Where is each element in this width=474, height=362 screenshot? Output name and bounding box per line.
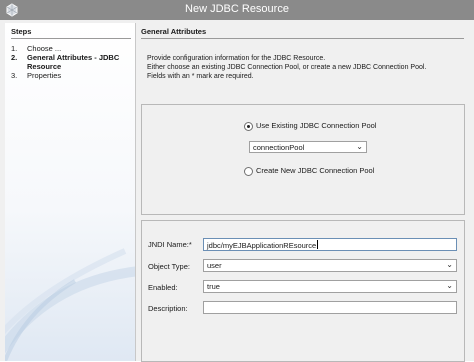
description-input[interactable]: [203, 301, 457, 314]
connection-pool-select[interactable]: connectionPool ⌄: [249, 141, 367, 153]
enabled-value: true: [207, 282, 220, 291]
text-caret: [317, 240, 319, 249]
step-label: Properties: [27, 71, 62, 80]
resource-form: JNDI Name:* jdbc/myEJBApplicationREsourc…: [141, 220, 465, 362]
step-number: 2.: [11, 53, 18, 62]
create-new-pool-radio[interactable]: [244, 167, 253, 176]
steps-panel: Steps 1. Choose ... 2. General Attribute…: [5, 23, 136, 361]
description-line-2: Either choose an existing JDBC Connectio…: [147, 64, 427, 71]
step-number: 1.: [11, 44, 18, 53]
enabled-label: Enabled:: [148, 283, 178, 292]
step-number: 3.: [11, 71, 18, 80]
object-type-select[interactable]: user ⌄: [203, 259, 457, 272]
jndi-name-label: JNDI Name:*: [148, 240, 192, 249]
description-line-3: Fields with an * mark are required.: [147, 73, 254, 80]
wizard-decoration-graphic: [5, 248, 135, 361]
jndi-name-input[interactable]: jdbc/myEJBApplicationREsource: [203, 238, 457, 251]
object-type-value: user: [207, 261, 222, 270]
connection-pool-group: Use Existing JDBC Connection Pool connec…: [141, 104, 465, 215]
steps-divider: [11, 38, 131, 39]
use-existing-pool-radio[interactable]: [244, 122, 253, 131]
create-new-pool-label[interactable]: Create New JDBC Connection Pool: [256, 166, 374, 175]
connection-pool-value: connectionPool: [253, 143, 305, 152]
description-line-1: Provide configuration information for th…: [147, 55, 326, 62]
chevron-down-icon: ⌄: [356, 142, 363, 151]
step-label: Choose ...: [27, 44, 62, 53]
chevron-down-icon: ⌄: [446, 281, 453, 290]
title-bar: New JDBC Resource: [0, 0, 474, 20]
object-type-label: Object Type:: [148, 262, 190, 271]
window-title: New JDBC Resource: [185, 3, 289, 15]
main-panel: General Attributes Provide configuration…: [136, 23, 474, 362]
steps-header: Steps: [11, 27, 32, 36]
section-title: General Attributes: [141, 27, 207, 36]
section-divider: [141, 38, 464, 39]
enabled-select[interactable]: true ⌄: [203, 280, 457, 293]
description-label: Description:: [148, 304, 188, 313]
dialog-window: New JDBC Resource Steps 1. Choose ... 2.…: [0, 0, 474, 362]
chevron-down-icon: ⌄: [446, 260, 453, 269]
step-label: General Attributes - JDBC Resource: [27, 53, 120, 71]
jndi-name-value: jdbc/myEJBApplicationREsource: [207, 241, 317, 250]
use-existing-pool-label[interactable]: Use Existing JDBC Connection Pool: [256, 121, 376, 130]
radio-selected-dot: [247, 125, 250, 128]
